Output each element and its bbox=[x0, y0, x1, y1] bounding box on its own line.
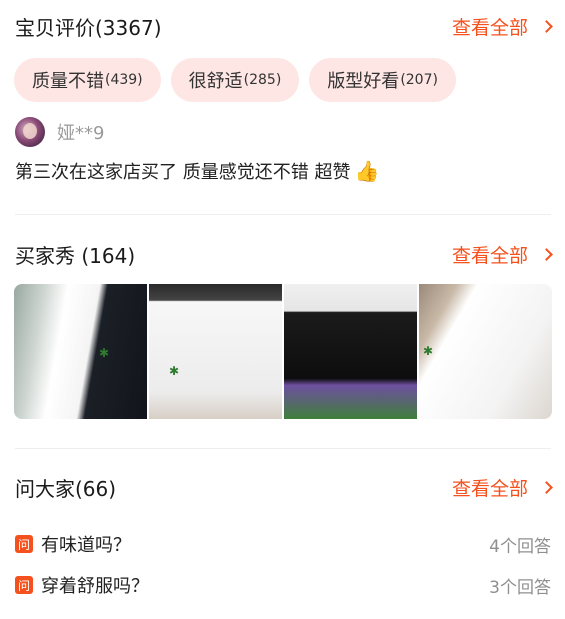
reviews-view-all-label: 查看全部 bbox=[451, 16, 528, 39]
buyer-photo[interactable] bbox=[284, 284, 417, 419]
qa-answer-count: 4个回答 bbox=[489, 536, 551, 557]
qa-title: 问大家(66) bbox=[15, 476, 117, 501]
review-text-row[interactable]: 第三次在这家店买了 质量感觉还不错 超赞 👍 bbox=[15, 158, 379, 184]
reviews-title: 宝贝评价(3367) bbox=[15, 15, 162, 40]
question-badge-icon: 问 bbox=[15, 576, 33, 594]
chevron-right-icon bbox=[540, 247, 553, 261]
qa-header: 问大家(66) 查看全部 bbox=[15, 471, 553, 503]
chevron-right-icon bbox=[540, 480, 553, 494]
buyer-photo[interactable]: ✱ bbox=[149, 284, 282, 419]
review-text: 第三次在这家店买了 质量感觉还不错 超赞 bbox=[15, 162, 351, 183]
qa-answer-count: 3个回答 bbox=[489, 577, 551, 598]
reviews-view-all-link[interactable]: 查看全部 bbox=[451, 13, 553, 40]
review-tag-count: (207) bbox=[400, 72, 438, 88]
review-tag-label: 很舒适 bbox=[188, 71, 243, 92]
leaf-logo-icon: ✱ bbox=[99, 346, 110, 360]
review-tag-comfort[interactable]: 很舒适 (285) bbox=[170, 58, 300, 102]
reviews-header: 宝贝评价(3367) 查看全部 bbox=[15, 10, 553, 42]
qa-view-all-label: 查看全部 bbox=[451, 477, 528, 500]
buyer-photos: ✱ ✱ ✱ bbox=[14, 284, 552, 419]
review-tag-fit[interactable]: 版型好看 (207) bbox=[309, 58, 456, 102]
qa-question: 穿着舒服吗？ bbox=[41, 576, 149, 597]
review-tags: 质量不错 (439) 很舒适 (285) 版型好看 (207) bbox=[14, 58, 456, 102]
reviewer-name: 娅**9 bbox=[57, 123, 105, 144]
review-tag-label: 版型好看 bbox=[327, 71, 400, 92]
chevron-right-icon bbox=[540, 19, 553, 33]
review-tag-label: 质量不错 bbox=[32, 71, 104, 92]
buyer-show-header: 买家秀 (164) 查看全部 bbox=[15, 238, 553, 270]
divider bbox=[15, 448, 551, 449]
divider bbox=[15, 214, 551, 215]
buyer-show-title: 买家秀 (164) bbox=[15, 243, 136, 268]
question-badge-icon: 问 bbox=[15, 535, 33, 553]
leaf-logo-icon: ✱ bbox=[423, 344, 434, 358]
qa-question: 有味道吗？ bbox=[41, 535, 131, 556]
buyer-photo[interactable]: ✱ bbox=[14, 284, 147, 419]
qa-item[interactable]: 问 有味道吗？ 4个回答 bbox=[15, 531, 551, 557]
buyer-show-view-all-link[interactable]: 查看全部 bbox=[451, 241, 553, 268]
review-tag-count: (439) bbox=[105, 72, 143, 88]
leaf-logo-icon: ✱ bbox=[169, 364, 180, 378]
review-tag-quality[interactable]: 质量不错 (439) bbox=[14, 58, 161, 102]
review-tag-count: (285) bbox=[243, 72, 282, 88]
avatar bbox=[15, 117, 45, 147]
buyer-show-view-all-label: 查看全部 bbox=[451, 244, 528, 267]
reviewer: 娅**9 bbox=[15, 117, 104, 147]
buyer-photo[interactable]: ✱ bbox=[419, 284, 552, 419]
qa-item[interactable]: 问 穿着舒服吗？ 3个回答 bbox=[15, 572, 551, 598]
qa-view-all-link[interactable]: 查看全部 bbox=[451, 474, 553, 501]
thumbs-up-icon: 👍 bbox=[354, 159, 380, 183]
